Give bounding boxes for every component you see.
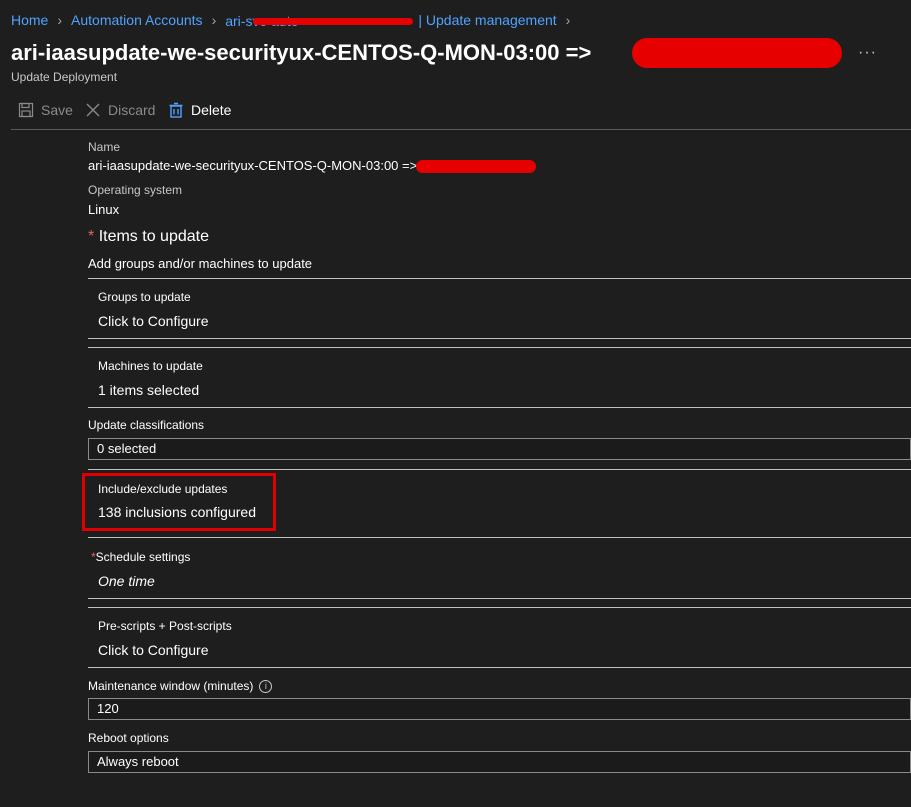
os-label: Operating system — [88, 183, 183, 197]
classifications-label: Update classifications — [88, 418, 205, 432]
divider — [88, 598, 911, 599]
save-icon — [18, 102, 34, 118]
discard-label: Discard — [108, 102, 156, 118]
required-marker: * — [88, 228, 95, 245]
scripts-row[interactable]: Pre-scripts + Post-scripts Click to Conf… — [88, 608, 911, 667]
items-to-update-heading: * Items to update — [88, 228, 209, 246]
breadcrumb-update-management[interactable]: | Update management — [418, 12, 556, 28]
more-options-button[interactable]: ··· — [858, 44, 877, 62]
redaction-mark — [416, 160, 536, 173]
maintenance-window-input[interactable]: 120 — [88, 698, 911, 720]
page-title: ari-iaasupdate-we-securityux-CENTOS-Q-MO… — [11, 40, 591, 66]
chevron-right-icon: › — [57, 12, 63, 29]
divider — [88, 407, 911, 408]
divider — [88, 537, 911, 538]
info-icon[interactable]: i — [259, 680, 273, 694]
maintenance-label-text: Maintenance window (minutes) — [88, 679, 254, 693]
os-value: Linux — [88, 202, 120, 217]
redaction-mark — [632, 38, 842, 68]
discard-button[interactable]: Discard — [85, 102, 155, 118]
breadcrumb-account[interactable]: ari-svc-auto — [225, 12, 418, 29]
items-description: Add groups and/or machines to update — [88, 256, 313, 271]
highlight-box — [82, 473, 276, 531]
groups-title: Groups to update — [98, 290, 191, 304]
breadcrumb: Home › Automation Accounts › ari-svc-auto| U… — [11, 11, 579, 29]
groups-value: Click to Configure — [98, 313, 209, 329]
reboot-options-dropdown[interactable]: Always reboot — [88, 751, 911, 773]
schedule-title-text: Schedule settings — [95, 550, 191, 564]
classifications-dropdown[interactable]: 0 selected — [88, 438, 911, 460]
scripts-title: Pre-scripts + Post-scripts — [98, 619, 232, 633]
breadcrumb-automation-accounts[interactable]: Automation Accounts — [71, 12, 203, 28]
schedule-value: One time — [98, 573, 155, 589]
name-value: ari-iaasupdate-we-securityux-CENTOS-Q-MO… — [88, 158, 418, 173]
maintenance-label: Maintenance window (minutes) i — [88, 679, 273, 694]
redaction-mark — [253, 17, 414, 25]
divider — [88, 338, 911, 339]
delete-button[interactable]: Delete — [168, 102, 231, 118]
save-button[interactable]: Save — [18, 102, 73, 118]
breadcrumb-home[interactable]: Home — [11, 12, 48, 28]
page-title-text: ari-iaasupdate-we-securityux-CENTOS-Q-MO… — [11, 40, 592, 65]
reboot-label: Reboot options — [88, 731, 169, 745]
name-label: Name — [88, 140, 121, 154]
page-subtitle: Update Deployment — [11, 70, 118, 84]
schedule-title: *Schedule settings — [91, 550, 190, 564]
save-label: Save — [41, 102, 73, 118]
chevron-right-icon: › — [211, 12, 217, 29]
divider — [88, 667, 911, 668]
machines-title: Machines to update — [98, 359, 203, 373]
machines-to-update-row[interactable]: Machines to update 1 items selected — [88, 348, 911, 407]
chevron-right-icon: › — [565, 12, 571, 29]
machines-value: 1 items selected — [98, 382, 200, 398]
items-heading-text: Items to update — [98, 228, 209, 245]
delete-label: Delete — [191, 102, 232, 118]
groups-to-update-row[interactable]: Groups to update Click to Configure — [88, 279, 911, 338]
scripts-value: Click to Configure — [98, 642, 209, 658]
close-icon — [86, 103, 100, 117]
trash-icon — [169, 102, 183, 118]
schedule-settings-row[interactable]: *Schedule settings One time — [88, 539, 911, 598]
toolbar-divider — [11, 129, 911, 130]
